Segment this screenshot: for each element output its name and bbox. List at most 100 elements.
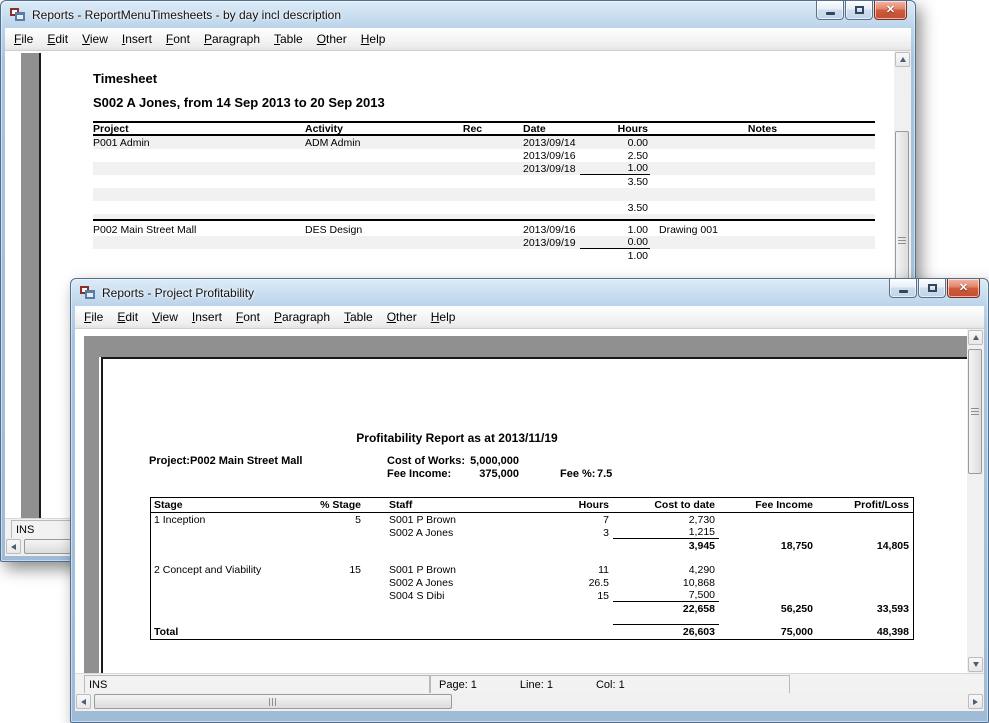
group-separator: [93, 214, 875, 221]
document-preview-area: Profitability Report as at 2013/11/19 Pr…: [75, 329, 984, 673]
project-value: P002 Main Street Mall: [190, 455, 303, 467]
scroll-right-button[interactable]: [968, 694, 983, 709]
scroll-up-button[interactable]: [895, 52, 910, 67]
menu-edit[interactable]: Edit: [40, 29, 75, 49]
scroll-left-button[interactable]: [76, 694, 91, 709]
minimize-button[interactable]: [816, 1, 844, 20]
menu-other[interactable]: Other: [310, 29, 354, 49]
table-row-total: 3.50: [93, 201, 875, 214]
horizontal-scrollbar[interactable]: [75, 693, 984, 711]
col-notes: Notes: [650, 123, 875, 135]
maximize-icon: [855, 6, 864, 14]
fee-income-value: 375,000: [433, 468, 519, 480]
menu-edit[interactable]: Edit: [110, 307, 145, 327]
table-row: 2013/09/18 1.00: [93, 162, 875, 175]
vertical-scrollbar[interactable]: [967, 329, 984, 673]
menu-view[interactable]: View: [75, 29, 115, 49]
table-row: 1 Inception 5 S001 P Brown 7 2,730: [151, 513, 913, 526]
window-title: Reports - Project Profitability: [102, 286, 254, 300]
maximize-button[interactable]: [845, 1, 873, 20]
scroll-down-button[interactable]: [968, 657, 983, 672]
page-margin-gray: [84, 336, 967, 357]
menu-help[interactable]: Help: [424, 307, 463, 327]
thumb-grip: [269, 698, 277, 706]
menu-table[interactable]: Table: [267, 29, 310, 49]
position-panel: Page: 1 Line: 1 Col: 1: [430, 675, 790, 693]
table-row-subtotal: 1.00: [93, 249, 875, 262]
maximize-button[interactable]: [918, 279, 946, 298]
menubar: File Edit View Insert Font Paragraph Tab…: [5, 28, 911, 51]
col-stage: Stage: [151, 499, 309, 511]
menu-font[interactable]: Font: [159, 29, 197, 49]
table-row: 2013/09/16 2.50: [93, 149, 875, 162]
close-button[interactable]: ✕: [947, 279, 980, 298]
col-staff: Staff: [361, 499, 507, 511]
arrow-up-icon: [900, 57, 906, 62]
menu-help[interactable]: Help: [354, 29, 393, 49]
menu-paragraph[interactable]: Paragraph: [267, 307, 337, 327]
table-row: P002 Main Street Mall DES Design 2013/09…: [93, 223, 875, 236]
ins-indicator: INS: [16, 524, 34, 536]
col-hours: Hours: [580, 123, 650, 135]
arrow-left-icon: [81, 699, 86, 705]
menu-insert[interactable]: Insert: [185, 307, 229, 327]
scroll-thumb[interactable]: [968, 349, 982, 474]
arrow-down-icon: [973, 662, 979, 667]
scroll-left-button[interactable]: [6, 539, 21, 554]
page-margin-gray: [84, 336, 99, 673]
app-icon: [10, 8, 26, 22]
page-margin-gray: [21, 53, 39, 518]
ins-indicator: INS: [89, 679, 107, 691]
statusbar: INS Page: 1 Line: 1 Col: 1: [75, 673, 984, 693]
minimize-button[interactable]: [889, 279, 917, 298]
ins-panel: INS: [84, 675, 430, 693]
titlebar-timesheets[interactable]: Reports - ReportMenuTimesheets - by day …: [1, 1, 915, 28]
timesheet-table: Project Activity Rec Date Hours Notes P0…: [93, 121, 875, 262]
table-row: S004 S Dibi 15 7,500: [151, 589, 913, 602]
fee-pct-label: Fee %:: [560, 468, 595, 480]
table-row: 2013/09/19 0.00: [93, 236, 875, 249]
table-row: P001 Admin ADM Admin 2013/09/14 0.00: [93, 136, 875, 149]
col-project: Project: [93, 123, 305, 135]
page-indicator: Page: 1: [439, 679, 477, 691]
table-row-subtotal: 3.50: [93, 175, 875, 188]
table-row-subtotal: 22,658 56,250 33,593: [151, 602, 913, 615]
app-icon: [80, 286, 96, 300]
report-title: Profitability Report as at 2013/11/19: [207, 431, 707, 445]
fee-pct-value: 7.5: [597, 468, 612, 480]
scroll-up-button[interactable]: [968, 330, 983, 345]
menu-font[interactable]: Font: [229, 307, 267, 327]
table-header: Stage % Stage Staff Hours Cost to date F…: [151, 498, 913, 513]
table-row-spacer: [151, 615, 913, 625]
col-hours: Hours: [507, 499, 613, 511]
close-icon: ✕: [959, 283, 968, 294]
arrow-left-icon: [11, 544, 16, 550]
page-left-edge: [39, 53, 41, 518]
arrow-up-icon: [973, 335, 979, 340]
minimize-icon: [826, 12, 835, 15]
menubar: File Edit View Insert Font Paragraph Tab…: [75, 306, 984, 329]
window-title: Reports - ReportMenuTimesheets - by day …: [32, 8, 341, 22]
menu-other[interactable]: Other: [380, 307, 424, 327]
col-rec: Rec: [450, 123, 495, 135]
cost-of-works-value: 5,000,000: [433, 455, 519, 467]
thumb-grip: [971, 408, 979, 416]
window-profitability: Reports - Project Profitability ✕ File E…: [70, 278, 989, 723]
col-date: Date: [495, 123, 580, 135]
menu-file[interactable]: File: [77, 307, 110, 327]
menu-view[interactable]: View: [145, 307, 185, 327]
titlebar-profitability[interactable]: Reports - Project Profitability ✕: [71, 279, 988, 306]
profitability-table: Stage % Stage Staff Hours Cost to date F…: [150, 497, 914, 640]
menu-table[interactable]: Table: [337, 307, 380, 327]
col-pct-stage: % Stage: [309, 499, 361, 511]
table-row-spacer: [151, 552, 913, 563]
menu-paragraph[interactable]: Paragraph: [197, 29, 267, 49]
table-row: S002 A Jones 26.5 10,868: [151, 576, 913, 589]
scroll-thumb[interactable]: [94, 694, 452, 709]
menu-file[interactable]: File: [7, 29, 40, 49]
close-button[interactable]: ✕: [874, 1, 907, 20]
col-profit-loss: Profit/Loss: [817, 499, 913, 511]
table-row: 2 Concept and Viability 15 S001 P Brown …: [151, 563, 913, 576]
menu-insert[interactable]: Insert: [115, 29, 159, 49]
col-activity: Activity: [305, 123, 450, 135]
